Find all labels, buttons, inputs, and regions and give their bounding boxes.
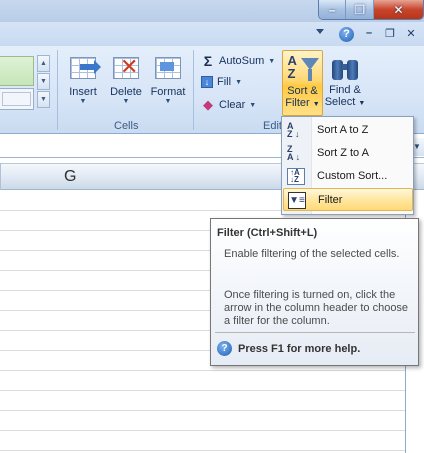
filter-tooltip: Filter (Ctrl+Shift+L) Enable filtering o… [210,218,419,366]
maximize-icon: ❐ [354,2,366,17]
help-icon[interactable]: ? [339,27,354,42]
eraser-icon: ◆ [203,97,213,112]
delete-button[interactable]: ✕ Delete ▼ [105,52,147,106]
chevron-down-icon: ▼ [268,57,276,65]
tooltip-help-text: Press F1 for more help. [238,343,361,355]
tooltip-description: Enable filtering of the selected cells. [224,248,400,260]
menu-item-filter[interactable]: ▼≡ Filter [283,188,413,211]
row-line [0,390,406,391]
cell-style-preview-2[interactable] [0,88,34,110]
sort-filter-button[interactable]: AZ Sort & Filter ▼ [282,50,323,116]
close-icon: ✕ [393,2,404,17]
custom-sort-icon: ↑A ↓Z [287,168,305,185]
gallery-down-button[interactable]: ▼ [37,73,50,90]
insert-icon [67,52,101,84]
chevron-down-icon[interactable] [316,29,324,34]
column-divider [0,163,1,190]
row-line [0,370,406,371]
fill-button[interactable]: ↓ Fill ▼ [201,76,242,88]
menu-item-sort-z-to-a[interactable]: ZA ↓ Sort Z to A [283,142,413,165]
insert-button[interactable]: Insert ▼ [63,52,103,106]
group-separator [57,50,58,130]
autosum-button[interactable]: Σ AutoSum ▼ [201,53,276,69]
row-line [0,430,406,431]
sort-a-to-z-icon: AZ ↓ [287,121,300,139]
tooltip-details: Once filtering is turned on, click the a… [224,289,409,327]
minimize-button[interactable]: – [319,0,347,19]
doc-restore-icon[interactable]: ❐ [383,27,397,40]
filter-icon: ▼≡ [288,192,306,209]
gallery-up-button[interactable]: ▲ [37,55,50,72]
chevron-down-icon: ▼ [122,98,130,105]
menu-item-custom-sort[interactable]: ↑A ↓Z Custom Sort... [283,165,413,188]
gallery-more-button[interactable]: ▼ [37,91,50,108]
column-header-g[interactable]: G [64,168,76,186]
chevron-down-icon: ▼ [235,78,242,86]
format-icon [152,52,184,84]
binoculars-icon [330,54,360,84]
maximize-button[interactable]: ❐ [346,0,374,19]
menu-item-sort-a-to-z[interactable]: AZ ↓ Sort A to Z [283,119,413,142]
chevron-down-icon: ▼ [358,100,366,107]
close-button[interactable]: ✕ [373,0,423,19]
sort-filter-menu: AZ ↓ Sort A to Z ZA ↓ Sort Z to A ↑A ↓Z C… [281,116,414,215]
row-line [0,450,406,451]
chevron-down-icon: ▼ [164,98,172,105]
tooltip-title: Filter (Ctrl+Shift+L) [217,227,318,239]
window-controls: – ❐ ✕ [318,0,424,20]
delete-icon: ✕ [110,52,142,84]
cells-group-label: Cells [114,120,139,132]
cell-style-preview[interactable] [0,56,34,86]
group-separator [193,50,194,130]
doc-close-icon[interactable]: ✕ [404,27,418,40]
clear-button[interactable]: ◆ Clear ▼ [201,97,257,112]
gallery-scroll: ▲ ▼ ▼ [37,55,50,109]
help-icon: ? [217,341,232,356]
tooltip-divider [215,332,415,333]
find-select-button[interactable]: Find & Select ▼ [324,50,366,110]
sort-filter-icon: AZ [286,53,320,85]
ribbon-tab-strip [0,22,424,46]
chevron-down-icon: ▼ [312,101,320,108]
row-line [0,410,406,411]
doc-minimize-icon[interactable]: – [362,27,376,40]
chevron-down-icon: ▼ [79,98,87,105]
minimize-icon: – [328,2,336,17]
sigma-icon: Σ [203,53,213,69]
editing-group-label: Edit [263,120,282,132]
fill-down-icon: ↓ [201,76,213,88]
sort-z-to-a-icon: ZA ↓ [287,144,301,162]
format-button[interactable]: Format ▼ [148,52,188,106]
document-window-controls: – ❐ ✕ [362,27,418,40]
chevron-down-icon: ▼ [249,101,257,109]
